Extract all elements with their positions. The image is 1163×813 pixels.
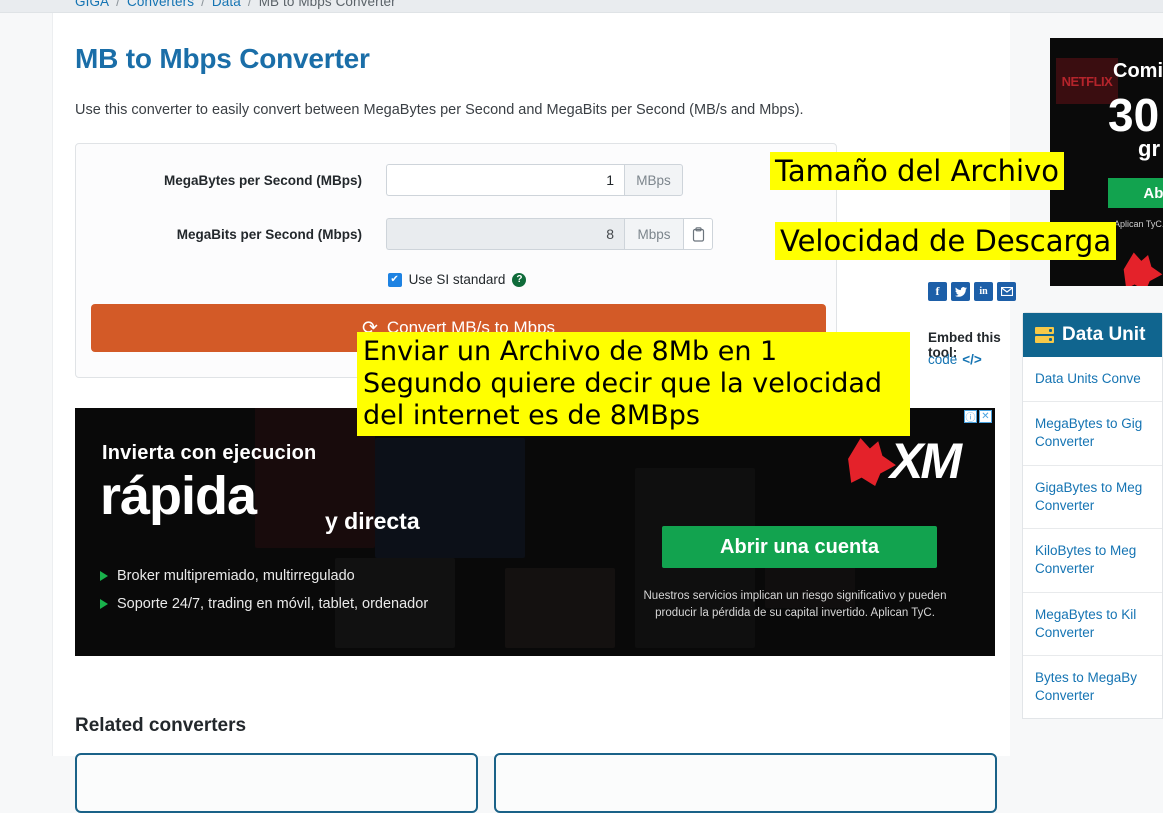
breadcrumb-item-converters[interactable]: Converters: [127, 0, 194, 9]
xm-logo: XM: [846, 432, 962, 490]
rail-ad-line-1: Comie: [1113, 60, 1163, 82]
rail-ad-line-2: 30: [1108, 89, 1160, 141]
ad-cta-button[interactable]: Abrir una cuenta: [662, 526, 937, 568]
breadcrumb-item-giga[interactable]: GIGA: [75, 0, 109, 9]
si-standard-label: Use SI standard: [408, 272, 506, 287]
converter-row-megabits: MegaBits per Second (Mbps) Mbps: [76, 218, 713, 250]
ad-close-icon[interactable]: ✕: [979, 410, 992, 423]
email-icon[interactable]: [997, 282, 1016, 301]
ad-bullet-item: Broker multipremiado, multirregulado: [100, 568, 428, 584]
rail-ad-line-3: gr: [1138, 136, 1160, 161]
si-standard-row: ✔ Use SI standard ?: [76, 272, 838, 287]
megabytes-input[interactable]: [386, 164, 624, 196]
breadcrumb-item-current: MB to Mbps Converter: [258, 0, 396, 9]
ad-headline-3: y directa: [325, 508, 420, 534]
megabytes-input-group: MBps: [386, 164, 683, 196]
sidebar-item-data-units[interactable]: Data Units Conve: [1023, 357, 1162, 403]
triangle-bullet-icon: [100, 571, 108, 581]
envelope-glyph: [1000, 287, 1013, 296]
megabytes-unit-label: MBps: [624, 164, 683, 196]
sidebar-item-gb-to-mb[interactable]: GigaBytes to Meg Converter: [1023, 466, 1162, 530]
ad-bullet-item: Soporte 24/7, trading en móvil, tablet, …: [100, 596, 428, 612]
breadcrumb-separator: /: [116, 0, 121, 9]
twitter-bird-glyph: [954, 286, 967, 297]
annotation-download-speed: Velocidad de Descarga: [775, 222, 1117, 261]
ad-disclaimer: Nuestros servicios implican un riesgo si…: [643, 590, 947, 619]
ad-bullet-list: Broker multipremiado, multirregulado Sop…: [100, 568, 428, 624]
page-title: MB to Mbps Converter: [75, 43, 370, 74]
megabits-unit-label: Mbps: [624, 218, 683, 250]
breadcrumb-separator: /: [247, 0, 252, 9]
copy-result-button[interactable]: [683, 218, 713, 250]
sidebar-item-bytes-to-mb[interactable]: Bytes to MegaBy Converter: [1023, 656, 1162, 718]
left-gutter: [0, 13, 53, 756]
related-converter-card[interactable]: [494, 753, 997, 813]
data-unit-panel-header: Data Unit: [1023, 313, 1162, 357]
ad-headline-2: rápida: [100, 466, 257, 526]
annotation-explanation: Enviar un Archivo de 8Mb en 1 Segundo qu…: [357, 332, 910, 436]
sidebar-item-mb-to-gb[interactable]: MegaBytes to Gig Converter: [1023, 402, 1162, 466]
data-unit-panel-title: Data Unit: [1062, 324, 1146, 345]
share-icons-group: f in: [928, 282, 1016, 301]
ad-bullet-label: Soporte 24/7, trading en móvil, tablet, …: [117, 596, 429, 612]
megabits-input-group: Mbps: [386, 218, 713, 250]
clipboard-icon: [692, 226, 704, 242]
page-description: Use this converter to easily convert bet…: [75, 102, 804, 118]
related-converter-card[interactable]: [75, 753, 478, 813]
si-standard-checkbox[interactable]: ✔: [387, 272, 402, 287]
related-converters-heading: Related converters: [75, 715, 247, 736]
linkedin-icon[interactable]: in: [974, 282, 993, 301]
sidebar-item-kb-to-mb[interactable]: KiloBytes to Meg Converter: [1023, 529, 1162, 593]
twitter-icon[interactable]: [951, 282, 970, 301]
embed-code-link[interactable]: code </>: [928, 352, 982, 367]
megabytes-label: MegaBytes per Second (MBps): [163, 172, 362, 188]
advertisement-banner[interactable]: Invierta con ejecucion rápida y directa …: [75, 408, 995, 656]
converter-row-megabytes: MegaBytes per Second (MBps) MBps: [76, 164, 683, 196]
ad-info-icon[interactable]: ⓘ: [964, 410, 977, 424]
rail-ad-cta-button[interactable]: Abrir u: [1108, 178, 1163, 208]
bull-icon: [1123, 252, 1163, 286]
code-icon: </>: [962, 352, 982, 367]
xm-brand-text: XM: [890, 433, 962, 489]
breadcrumb-item-data[interactable]: Data: [212, 0, 241, 9]
ad-headline-1: Invierta con ejecucion: [102, 442, 317, 464]
megabits-input[interactable]: [386, 218, 624, 250]
ad-controls: ⓘ ✕: [964, 410, 992, 424]
sidebar-item-mb-to-kb[interactable]: MegaBytes to Kil Converter: [1023, 593, 1162, 656]
embed-code-label: code: [928, 352, 958, 367]
facebook-icon[interactable]: f: [928, 282, 947, 301]
breadcrumb-separator: /: [201, 0, 205, 9]
server-icon: [1035, 327, 1054, 343]
ad-bullet-label: Broker multipremiado, multirregulado: [117, 568, 355, 584]
megabits-label: MegaBits per Second (Mbps): [176, 226, 362, 242]
data-unit-panel: Data Unit Data Units Conve MegaBytes to …: [1022, 312, 1163, 720]
breadcrumb: GIGA / Converters / Data / MB to Mbps Co…: [0, 0, 1163, 13]
annotation-file-size: Tamaño del Archivo: [770, 152, 1064, 191]
help-icon[interactable]: ?: [512, 272, 527, 287]
triangle-bullet-icon: [100, 599, 108, 609]
